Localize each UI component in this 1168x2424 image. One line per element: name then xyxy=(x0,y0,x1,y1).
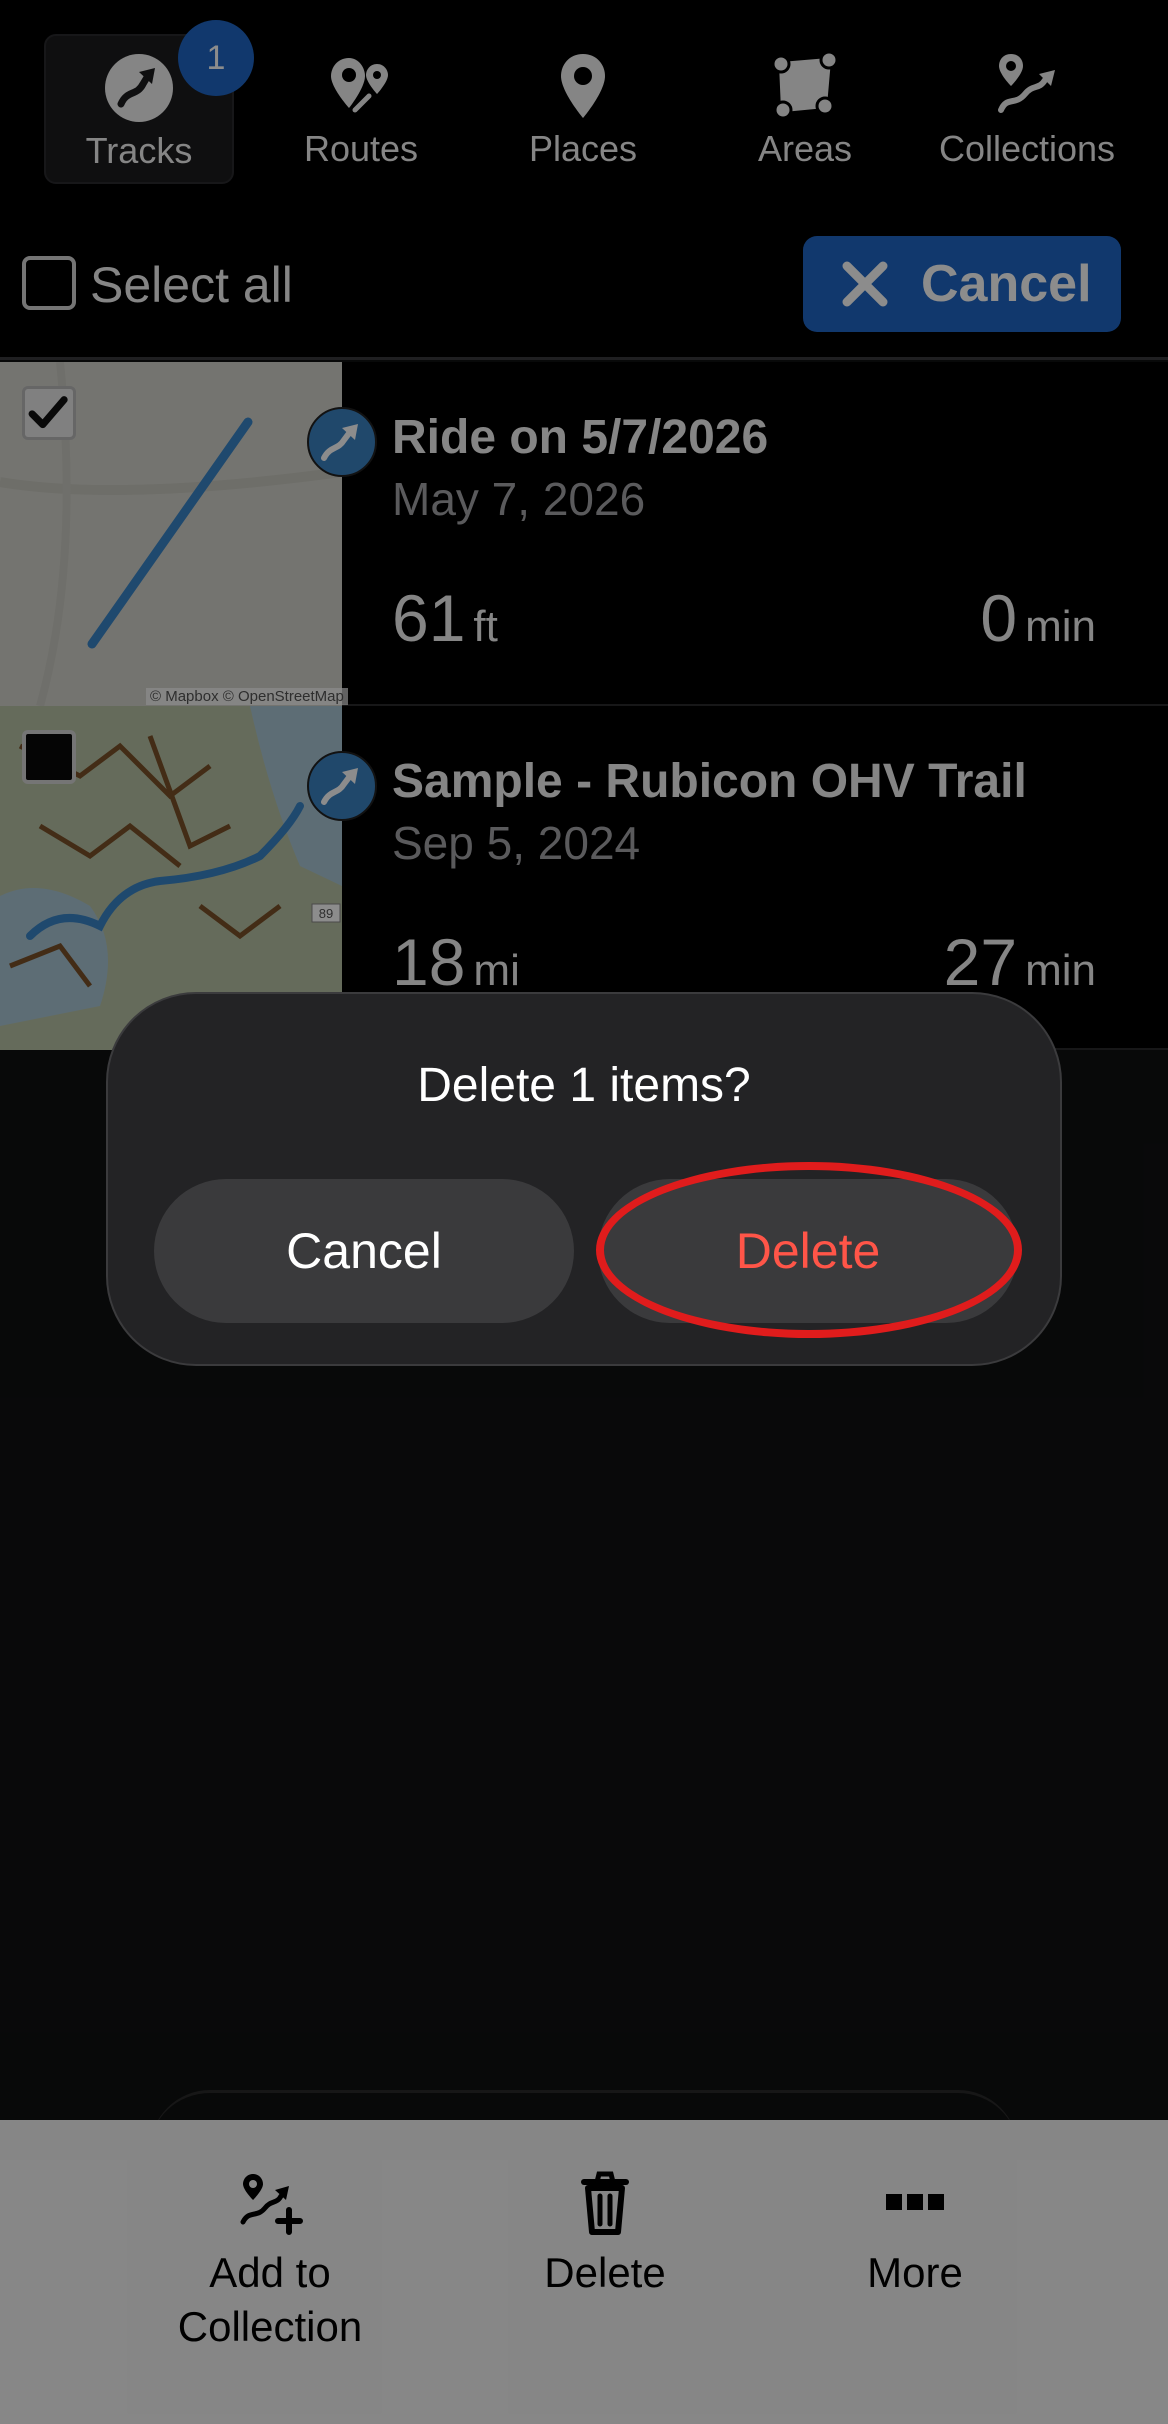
annotation-highlight-circle xyxy=(596,1162,1022,1338)
dialog-title: Delete 1 items? xyxy=(417,1059,751,1112)
dialog-cancel-button[interactable]: Cancel xyxy=(154,1179,574,1323)
